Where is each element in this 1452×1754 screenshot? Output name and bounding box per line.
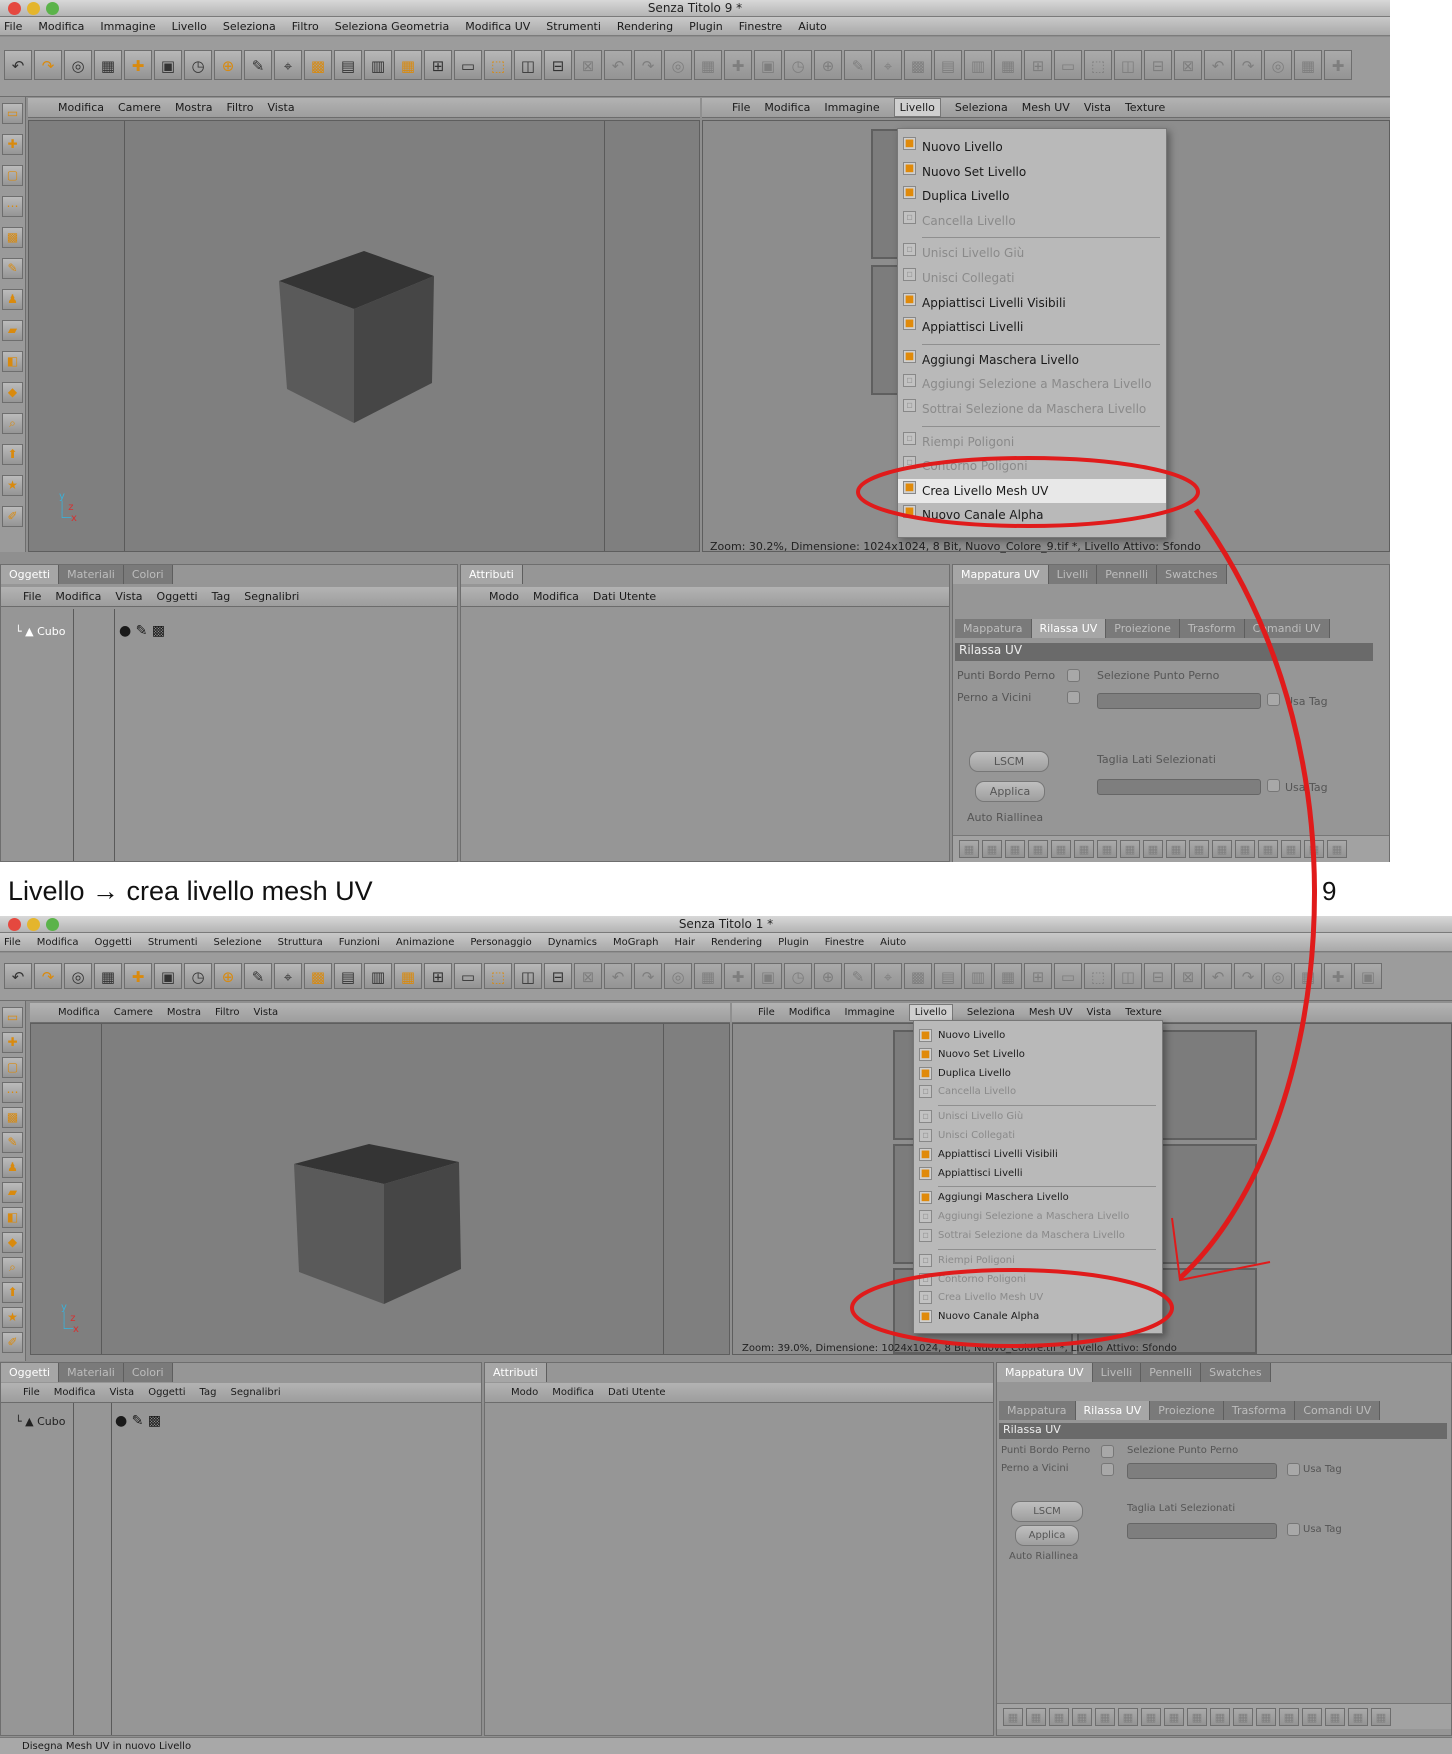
highlight-ellipse-bottom bbox=[850, 1268, 1174, 1348]
annotation-overlay bbox=[850, 456, 1317, 1348]
annotation-arrow bbox=[1178, 508, 1317, 1280]
highlight-ellipse-top bbox=[856, 456, 1200, 528]
